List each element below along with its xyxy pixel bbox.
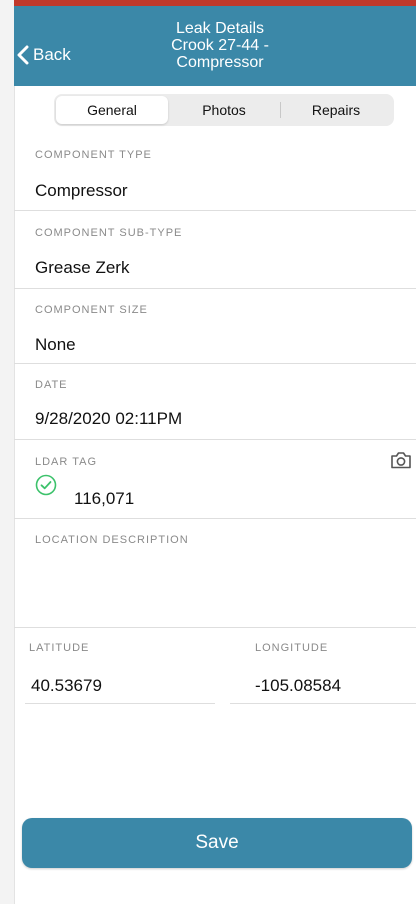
chevron-left-icon [17,45,29,65]
component-size-value: None [35,335,76,354]
location-description-label: LOCATION DESCRIPTION [35,534,189,546]
component-size-field[interactable]: COMPONENT SIZE None [14,289,416,364]
ldar-tag-field[interactable]: LDAR TAG 116,071 [14,440,416,519]
title-line-1: Leak Details [175,20,265,37]
date-label: DATE [35,379,68,391]
latitude-label: LATITUDE [29,642,90,654]
component-type-label: COMPONENT TYPE [35,149,152,161]
ldar-tag-value: 116,071 [74,489,135,508]
latitude-field[interactable]: LATITUDE 40.53679 [25,628,215,704]
camera-icon[interactable] [390,450,412,470]
back-label: Back [33,45,71,64]
latitude-underline [25,703,215,704]
ldar-tag-label: LDAR TAG [35,456,97,468]
location-description-field[interactable]: LOCATION DESCRIPTION [14,519,416,628]
component-type-field[interactable]: COMPONENT TYPE Compressor [14,132,416,211]
component-sub-type-value: Grease Zerk [35,258,130,277]
longitude-underline [230,703,416,704]
component-sub-type-label: COMPONENT SUB-TYPE [35,227,183,239]
longitude-field[interactable]: LONGITUDE -105.08584 [230,628,416,704]
date-field[interactable]: DATE 9/28/2020 02:11PM [14,364,416,440]
segmented-tabs: General Photos Repairs [54,94,394,126]
check-circle-icon [35,474,57,496]
navigation-header: Back Leak Details Crook 27-44 - Compress… [14,0,416,86]
page-title: Leak Details Crook 27-44 - Compressor [110,20,330,71]
component-type-value: Compressor [35,181,128,200]
component-size-label: COMPONENT SIZE [35,304,148,316]
leak-details-screen: Back Leak Details Crook 27-44 - Compress… [14,0,416,904]
date-value: 9/28/2020 02:11PM [35,409,183,428]
tab-repairs[interactable]: Repairs [280,96,392,124]
back-button[interactable]: Back [16,42,71,68]
component-sub-type-field[interactable]: COMPONENT SUB-TYPE Grease Zerk [14,211,416,289]
title-line-3: Compressor [176,54,264,71]
tab-general[interactable]: General [56,96,168,124]
longitude-value: -105.08584 [255,676,342,695]
longitude-label: LONGITUDE [255,642,329,654]
tab-photos[interactable]: Photos [168,96,280,124]
left-edge-strip [0,0,15,904]
save-button[interactable]: Save [22,818,412,868]
title-line-2: Crook 27-44 - [171,37,269,54]
latitude-value: 40.53679 [31,676,102,695]
